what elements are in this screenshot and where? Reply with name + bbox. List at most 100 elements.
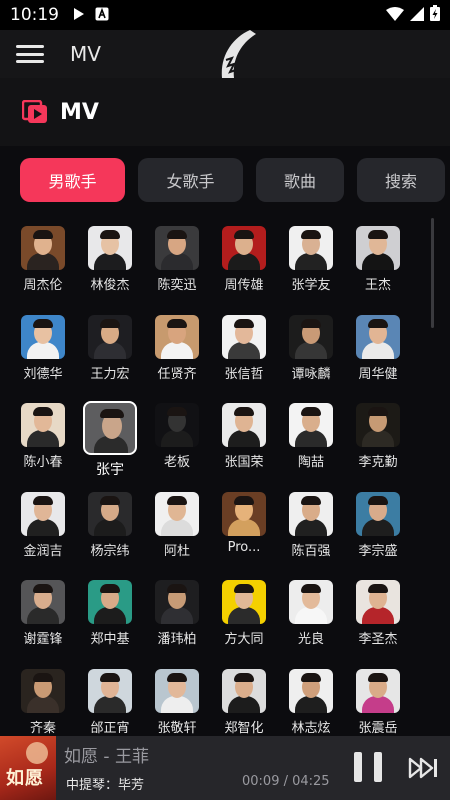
artist-avatar — [155, 669, 199, 713]
artist-item[interactable]: 林志炫 — [278, 661, 344, 735]
artist-name: 李宗盛 — [358, 544, 398, 559]
skip-next-icon[interactable] — [408, 756, 440, 780]
tab-label: 男歌手 — [48, 172, 97, 191]
artist-avatar — [289, 315, 333, 359]
artist-avatar — [356, 580, 400, 624]
play-notification-icon — [73, 6, 85, 25]
artist-avatar — [21, 315, 65, 359]
artist-avatar — [155, 226, 199, 270]
artist-avatar — [289, 580, 333, 624]
artist-avatar — [356, 226, 400, 270]
category-tabs: 男歌手 女歌手 歌曲 搜索 — [0, 158, 450, 206]
artist-item[interactable]: 光良 — [278, 572, 344, 652]
battery-charging-icon — [430, 5, 440, 25]
album-cover[interactable]: 如愿 — [0, 736, 56, 800]
artist-name: 李圣杰 — [358, 632, 398, 647]
tab-male-singers[interactable]: 男歌手 — [20, 158, 125, 202]
artist-avatar — [21, 403, 65, 447]
artist-item[interactable]: 金润吉 — [10, 484, 76, 564]
status-time: 10:19 — [10, 5, 59, 25]
artist-item[interactable]: 谢霆锋 — [10, 572, 76, 652]
artist-avatar — [155, 403, 199, 447]
artist-avatar — [289, 226, 333, 270]
artist-name: 王杰 — [364, 278, 391, 293]
artist-item[interactable]: 邰正宵 — [77, 661, 143, 735]
scrollbar[interactable] — [431, 218, 434, 328]
song-time: 00:09 / 04:25 — [242, 774, 330, 789]
section-header: MV — [0, 78, 450, 146]
artist-item[interactable]: 张国荣 — [211, 395, 277, 475]
artist-item[interactable]: 郑智化 — [211, 661, 277, 735]
artist-avatar — [83, 401, 137, 455]
artist-item[interactable]: 林俊杰 — [77, 218, 143, 298]
artist-avatar — [289, 403, 333, 447]
artist-item[interactable]: 谭咏麟 — [278, 307, 344, 387]
pause-icon[interactable] — [354, 752, 382, 782]
tab-label: 女歌手 — [166, 172, 215, 191]
artist-item[interactable]: 李宗盛 — [345, 484, 411, 564]
artist-item[interactable]: 陈奕迅 — [144, 218, 210, 298]
artist-item[interactable]: 张学友 — [278, 218, 344, 298]
artist-avatar — [222, 226, 266, 270]
artist-avatar — [88, 492, 132, 536]
tab-songs[interactable]: 歌曲 — [256, 158, 344, 202]
song-credit: 中提琴：毕芳 — [66, 778, 145, 793]
artist-avatar — [222, 315, 266, 359]
artist-item[interactable]: 周传雄 — [211, 218, 277, 298]
artist-item[interactable]: 老板 — [144, 395, 210, 475]
artist-avatar — [356, 315, 400, 359]
artist-avatar — [356, 492, 400, 536]
signal-icon — [410, 6, 424, 25]
menu-icon[interactable] — [16, 43, 44, 65]
artist-item[interactable]: 王力宏 — [77, 307, 143, 387]
artist-avatar — [88, 669, 132, 713]
status-bar: 10:19 — [0, 0, 450, 30]
artist-item[interactable]: 潘玮柏 — [144, 572, 210, 652]
tab-search[interactable]: 搜索 — [357, 158, 445, 202]
artist-avatar — [222, 492, 266, 536]
artist-item[interactable]: 王杰 — [345, 218, 411, 298]
artist-item[interactable]: 齐秦 — [10, 661, 76, 735]
artist-name: 张震岳 — [358, 721, 398, 735]
song-title: 如愿 - 王菲 — [64, 747, 149, 767]
mini-player[interactable]: 如愿 如愿 - 王菲 中提琴：毕芳 00:09 / 04:25 — [0, 736, 450, 800]
artist-item[interactable]: 李克勤 — [345, 395, 411, 475]
tab-label: 搜索 — [384, 172, 417, 191]
artist-name: 李克勤 — [358, 455, 398, 470]
mv-icon — [22, 100, 47, 123]
album-cover-text: 如愿 — [6, 768, 44, 789]
artist-item[interactable]: 陈百强 — [278, 484, 344, 564]
app-bar: MV — [0, 30, 450, 78]
artist-avatar — [289, 492, 333, 536]
artist-item[interactable]: 方大同 — [211, 572, 277, 652]
artist-avatar — [155, 492, 199, 536]
wifi-icon — [386, 6, 404, 25]
artist-item[interactable]: 杨宗纬 — [77, 484, 143, 564]
artist-item[interactable]: 张震岳 — [345, 661, 411, 735]
artist-item[interactable]: 郑中基 — [77, 572, 143, 652]
artist-avatar — [222, 580, 266, 624]
artist-item[interactable]: 张宇 — [77, 395, 143, 478]
artist-item[interactable]: 周杰伦 — [10, 218, 76, 298]
artist-avatar — [21, 492, 65, 536]
artist-item[interactable]: 张信哲 — [211, 307, 277, 387]
artist-item[interactable]: 周华健 — [345, 307, 411, 387]
artist-avatar — [356, 403, 400, 447]
artist-item[interactable]: 陶喆 — [278, 395, 344, 475]
artist-avatar — [88, 226, 132, 270]
artist-avatar — [155, 315, 199, 359]
artist-item[interactable]: 张敬轩 — [144, 661, 210, 735]
section-title: MV — [60, 99, 99, 125]
tab-label: 歌曲 — [283, 172, 316, 191]
artist-item[interactable]: 李圣杰 — [345, 572, 411, 652]
artist-item[interactable]: 任贤齐 — [144, 307, 210, 387]
artist-item[interactable]: 阿杜 — [144, 484, 210, 564]
artist-item[interactable]: Pro... — [211, 484, 277, 564]
artist-item[interactable]: 刘德华 — [10, 307, 76, 387]
artist-grid: 周杰伦 林俊杰 陈奕迅 周传雄 张学友王杰刘德华 王力宏 任贤齐 张信哲 谭咏麟 周华健陈小春 张宇… — [0, 218, 450, 735]
tab-female-singers[interactable]: 女歌手 — [138, 158, 243, 202]
artist-avatar — [21, 669, 65, 713]
artist-item[interactable]: 陈小春 — [10, 395, 76, 475]
app-title: MV — [70, 42, 101, 66]
artist-avatar — [88, 580, 132, 624]
